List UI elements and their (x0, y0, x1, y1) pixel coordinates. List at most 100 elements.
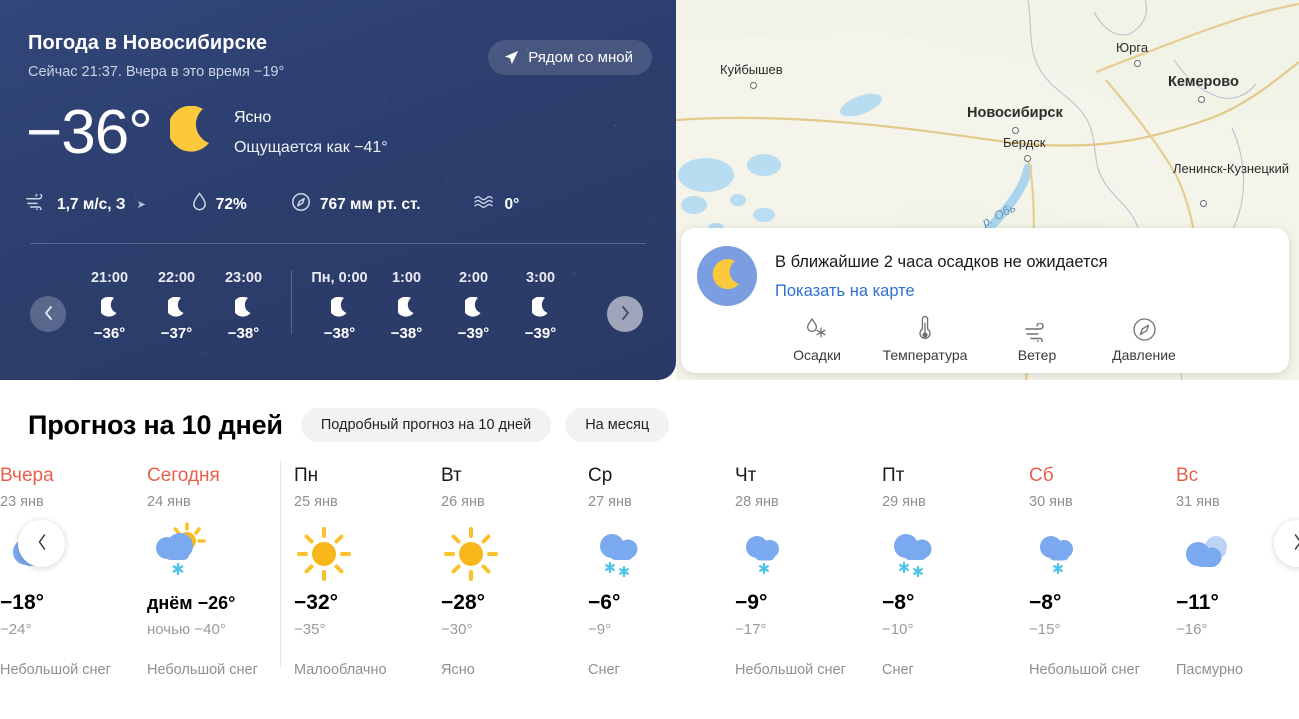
precipitation-card: В ближайшие 2 часа осадков не ожидается … (681, 228, 1289, 373)
map-city-dot (1198, 96, 1205, 103)
page-title: Погода в Новосибирске (28, 32, 268, 54)
day-card[interactable]: Пн 25 янв −32° −35° Малооблачно (267, 460, 414, 680)
day-temp-high: −8° (882, 591, 915, 614)
days-prev-button[interactable] (18, 520, 65, 567)
day-condition: Небольшой снег (147, 662, 258, 678)
day-temp-low: −30° (441, 621, 473, 638)
cloud-snow2-icon (588, 518, 708, 590)
moon-icon (507, 292, 574, 322)
tab-label: Температура (882, 347, 968, 363)
map-city-label: Кемерово (1168, 74, 1239, 90)
hour-item[interactable]: 3:00 −39° (507, 268, 574, 344)
tab-pressure[interactable]: Давление (1089, 312, 1199, 363)
day-condition: Пасмурно (1176, 662, 1244, 678)
hour-temp: −39° (457, 325, 490, 342)
day-name: Пт (882, 465, 905, 486)
day-card[interactable]: Чт 28 янв −9° −17° Небольшой снег (708, 464, 855, 680)
forecast-header: Прогноз на 10 дней Подробный прогноз на … (0, 380, 1299, 442)
day-card[interactable]: Ср 27 янв −6° −9° Снег (561, 464, 708, 680)
day-name: Вт (441, 465, 462, 486)
days-scroller: Вчера 23 янв −18° −24° Небольшой снег Се… (0, 460, 1299, 714)
month-forecast-button[interactable]: На месяц (565, 408, 670, 442)
day-temp-high: −8° (1029, 591, 1062, 614)
metric-water: 0° (473, 194, 519, 215)
moon-icon (143, 292, 210, 322)
moon-icon (210, 292, 277, 322)
moon-icon (306, 292, 373, 322)
day-temp-low: −15° (1029, 621, 1061, 638)
moon-icon (697, 246, 757, 306)
hourly-next-button[interactable] (607, 296, 643, 332)
hour-time: 1:00 (391, 270, 422, 286)
tab-temperature[interactable]: Температура (865, 312, 985, 363)
hour-item[interactable]: 2:00 −39° (440, 268, 507, 344)
near-me-label: Рядом со мной (528, 49, 633, 66)
divider (30, 243, 646, 244)
chevron-right-icon (620, 305, 631, 324)
hour-temp: −37° (160, 325, 193, 342)
hourly-prev-button[interactable] (30, 296, 66, 332)
day-card[interactable]: Вчера 23 янв −18° −24° Небольшой снег (0, 464, 120, 680)
day-card[interactable]: Вт 26 янв −28° −30° Ясно (414, 464, 561, 680)
day-condition: Малооблачно (294, 662, 387, 678)
hour-item[interactable]: Пн, 0:00 −38° (306, 268, 373, 344)
day-temp-low: −24° (0, 621, 32, 638)
sun-icon (441, 518, 561, 590)
metric-humidity: 72% (192, 192, 247, 217)
current-condition-block: Ясно Ощущается как −41° (234, 106, 388, 160)
cloud-snow2-icon (882, 518, 1002, 590)
wind-direction-icon: ➤ (136, 199, 146, 211)
day-name: Сб (1029, 465, 1054, 486)
day-card[interactable]: Сб 30 янв −8° −15° Небольшой снег (1002, 464, 1149, 680)
day-temp-low: −35° (294, 621, 326, 638)
weather-map[interactable]: Куйбышев Юрга Кемерово Новосибирск Бердс… (676, 0, 1299, 380)
day-card[interactable]: Сегодня 24 янв днём −26° ночью −40° Небо… (120, 464, 267, 680)
sun-icon (294, 518, 414, 590)
tab-label: Осадки (793, 347, 841, 363)
day-condition: Небольшой снег (1029, 662, 1140, 678)
day-card[interactable]: Вс 31 янв −11° −16° Пасмурно (1149, 464, 1296, 680)
day-temp-low: −10° (882, 621, 914, 638)
detailed-forecast-button[interactable]: Подробный прогноз на 10 дней (300, 408, 552, 442)
day-temp-high: −32° (294, 591, 339, 614)
day-date: 24 янв (147, 494, 191, 510)
sun-cloud-snow-icon (147, 518, 267, 590)
hour-time: 23:00 (224, 270, 263, 286)
hour-item[interactable]: 21:00 −36° (76, 268, 143, 344)
current-temperature: −36° (26, 98, 153, 167)
day-date: 25 янв (294, 494, 338, 510)
wind-icon (985, 312, 1089, 342)
hour-temp: −39° (524, 325, 557, 342)
day-name: Сегодня (147, 465, 220, 486)
wind-icon (26, 192, 48, 215)
water-drop-icon (192, 192, 207, 217)
hour-temp: −38° (227, 325, 260, 342)
weather-page: Погода в Новосибирске Сейчас 21:37. Вчер… (0, 0, 1299, 719)
hour-item[interactable]: 23:00 −38° (210, 268, 277, 344)
chevron-left-icon (43, 305, 54, 324)
humidity-value: 72% (215, 195, 247, 213)
day-condition: Небольшой снег (0, 662, 111, 678)
moon-icon (76, 292, 143, 322)
day-date: 28 янв (735, 494, 779, 510)
hour-item[interactable]: 22:00 −37° (143, 268, 210, 344)
chevron-left-icon (36, 533, 48, 554)
day-date: 23 янв (0, 494, 44, 510)
hour-time: 3:00 (525, 270, 556, 286)
tab-wind[interactable]: Ветер (985, 312, 1089, 363)
tab-precipitation[interactable]: Осадки (769, 312, 865, 363)
near-me-button[interactable]: Рядом со мной (488, 40, 652, 75)
hour-temp: −38° (390, 325, 423, 342)
hour-item[interactable]: 1:00 −38° (373, 268, 440, 344)
day-name: Чт (735, 465, 757, 486)
day-temp-high: −6° (588, 591, 621, 614)
current-condition: Ясно (233, 109, 272, 126)
metrics-row: 1,7 м/с, З ➤ 72% 767 мм рт. ст. 0° (26, 192, 519, 217)
hour-time: 2:00 (458, 270, 489, 286)
day-card[interactable]: Пт 29 янв −8° −10° Снег (855, 464, 1002, 680)
hour-time: 21:00 (90, 270, 129, 286)
map-city-label: Ленинск-Кузнецкий (1173, 161, 1289, 176)
show-on-map-link[interactable]: Показать на карте (775, 279, 1108, 303)
location-arrow-icon (504, 50, 519, 65)
map-city-dot (1024, 155, 1031, 162)
